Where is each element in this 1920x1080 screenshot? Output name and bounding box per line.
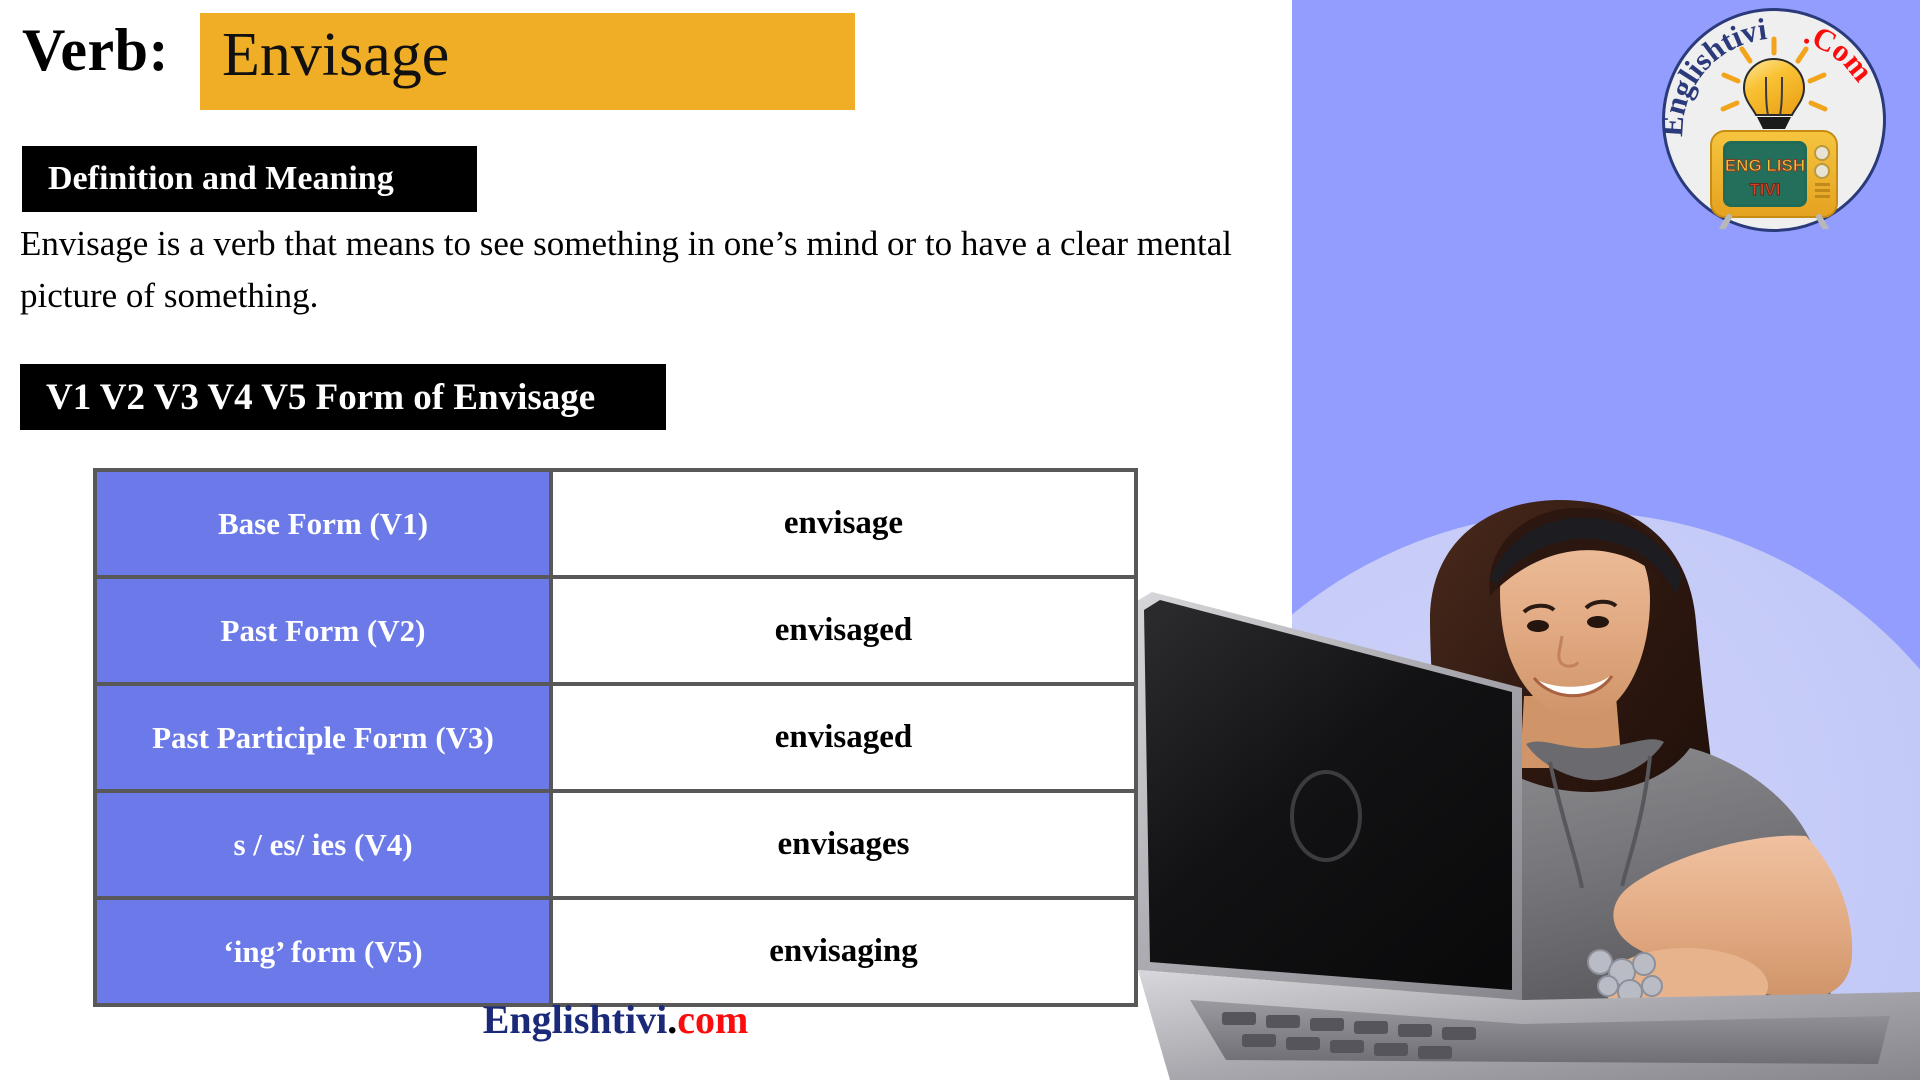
table-row: s / es/ ies (V4) envisages [93, 789, 1138, 900]
footer-brand: Englishtivi.com [93, 1000, 1138, 1040]
form-label-cell: Base Form (V1) [93, 468, 553, 579]
footer-brand-name: Englishtivi [482, 997, 668, 1042]
page-title: Envisage [222, 21, 450, 89]
footer-brand-dot: . [667, 997, 678, 1042]
tv-screen-text-line2: TIVI [1749, 180, 1780, 199]
table-row: Base Form (V1) envisage [93, 468, 1138, 579]
definition-text: Envisage is a verb that means to see som… [20, 224, 1233, 315]
form-value-cell: envisages [549, 789, 1138, 900]
form-label-cell: Past Participle Form (V3) [93, 682, 553, 793]
logo-arc-text-secondary: .Com [1800, 15, 1880, 88]
form-value-cell: envisaged [549, 575, 1138, 686]
forms-badge: V1 V2 V3 V4 V5 Form of Envisage [20, 364, 666, 430]
student-laptop-photo [1130, 500, 1920, 1080]
form-label-cell: s / es/ ies (V4) [93, 789, 553, 900]
forms-badge-label: V1 V2 V3 V4 V5 Form of Envisage [46, 376, 596, 418]
table-row: Past Form (V2) envisaged [93, 575, 1138, 686]
table-row: ‘ing’ form (V5) envisaging [93, 896, 1138, 1007]
verb-label: Verb: [22, 17, 169, 83]
englishtivi-logo: Englishtivi .Com [1662, 8, 1886, 232]
form-label-cell: Past Form (V2) [93, 575, 553, 686]
form-value-cell: envisaged [549, 682, 1138, 793]
form-value-cell: envisage [549, 468, 1138, 579]
tv-screen-text-line1: ENG LISH [1725, 156, 1805, 175]
definition-badge: Definition and Meaning [22, 146, 477, 212]
definition-badge-label: Definition and Meaning [48, 160, 394, 197]
retro-tv-icon: ENG LISH TIVI [1710, 130, 1838, 229]
lightbulb-icon [1742, 57, 1806, 129]
footer-brand-tld: com [677, 997, 749, 1042]
verb-forms-table: Base Form (V1) envisage Past Form (V2) e… [93, 468, 1138, 1007]
form-value-cell: envisaging [549, 896, 1138, 1007]
svg-text:.Com: .Com [1800, 15, 1880, 88]
table-row: Past Participle Form (V3) envisaged [93, 682, 1138, 793]
form-label-cell: ‘ing’ form (V5) [93, 896, 553, 1007]
